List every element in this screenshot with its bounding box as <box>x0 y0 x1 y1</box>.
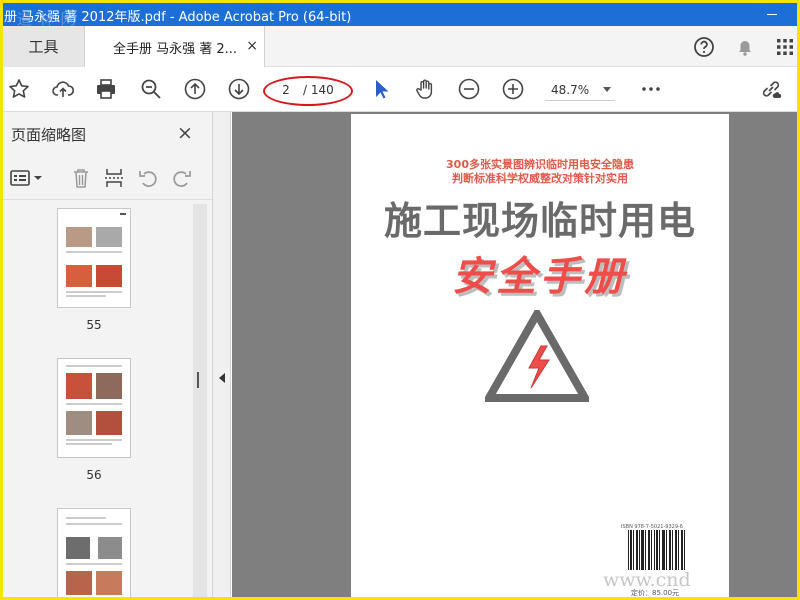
star-icon[interactable] <box>7 77 31 101</box>
thumbnail-label: 55 <box>86 318 102 332</box>
panel-splitter[interactable] <box>197 112 231 597</box>
insert-page-icon[interactable] <box>103 167 125 189</box>
pdf-page: 300多张实景图辨识临时用电安全隐患 判断标准科学权威整改对策针对实用 施工现场… <box>351 114 729 597</box>
thumbnail-list: 55 56 <box>3 204 207 597</box>
thumbnail-label: 56 <box>86 468 102 482</box>
chevron-down-icon <box>603 87 611 92</box>
thumbnail-preview <box>66 517 122 595</box>
page-thumbnail[interactable] <box>57 208 131 308</box>
rotate-right-icon[interactable] <box>171 167 193 189</box>
thumbnail-preview <box>66 365 122 445</box>
page-thumbnail[interactable] <box>57 358 131 458</box>
rotate-left-icon[interactable] <box>137 167 159 189</box>
help-icon[interactable] <box>692 35 716 59</box>
thumbnail-panel: 页面缩略图 × 55 56 <box>3 112 213 597</box>
watermark-text: www.cnd <box>603 569 691 591</box>
cover-title: 施工现场临时用电 <box>383 198 696 243</box>
zoom-select[interactable]: 48.7% <box>545 79 615 101</box>
collapse-panel-icon[interactable] <box>219 373 225 383</box>
tab-document-label: 全手册 马永强 著 2... <box>113 41 238 57</box>
minimize-button[interactable] <box>765 4 779 24</box>
tab-tools-label: 工具 <box>28 38 59 56</box>
document-viewer[interactable]: 300多张实景图辨识临时用电安全隐患 判断标准科学权威整改对策针对实用 施工现场… <box>232 112 797 597</box>
more-icon[interactable] <box>639 77 663 101</box>
zoom-plus-icon[interactable] <box>501 77 525 101</box>
panel-title: 页面缩略图 <box>11 126 87 144</box>
panel-close-icon[interactable]: × <box>177 122 193 144</box>
splitter-grip[interactable] <box>197 372 199 388</box>
thumbnail-options-icon[interactable] <box>9 167 45 189</box>
share-link-icon[interactable] <box>759 77 783 101</box>
thumbnail-preview <box>66 213 126 297</box>
bell-icon[interactable] <box>733 35 757 59</box>
toolbar: 2 / 140 48.7% <box>3 67 797 112</box>
tab-bar: 工具 全手册 马永强 著 2... × <box>3 26 797 68</box>
thumbnail-scrollbar[interactable] <box>193 204 207 597</box>
app-window: 册 马永强 著 2012年版.pdf - Adobe Acrobat Pro (… <box>0 0 800 600</box>
panel-toolbar <box>3 156 212 200</box>
tab-document[interactable]: 全手册 马永强 著 2... × <box>85 26 265 68</box>
tab-close-icon[interactable]: × <box>246 38 258 54</box>
hand-tool-icon[interactable] <box>413 77 437 101</box>
cloud-upload-icon[interactable] <box>51 77 75 101</box>
apps-grid-icon[interactable] <box>773 35 797 59</box>
trash-icon[interactable] <box>70 167 92 189</box>
zoom-value: 48.7% <box>551 83 590 97</box>
annotation-highlight-ellipse <box>263 76 353 106</box>
print-icon[interactable] <box>94 77 118 101</box>
zoom-minus-icon[interactable] <box>457 77 481 101</box>
select-cursor-icon[interactable] <box>369 77 393 101</box>
zoom-out-magnifier-icon[interactable] <box>139 77 163 101</box>
title-bar: 册 马永强 著 2012年版.pdf - Adobe Acrobat Pro (… <box>3 3 797 28</box>
electric-hazard-icon <box>485 310 589 402</box>
page-up-icon[interactable] <box>183 77 207 101</box>
page-down-icon[interactable] <box>227 77 251 101</box>
cover-subtitle: 判断标准科学权威整改对策针对实用 <box>452 172 628 185</box>
cover-title-highlight: 安全手册 <box>452 254 628 300</box>
page-thumbnail[interactable] <box>57 508 131 597</box>
tab-tools[interactable]: 工具 <box>3 26 85 67</box>
